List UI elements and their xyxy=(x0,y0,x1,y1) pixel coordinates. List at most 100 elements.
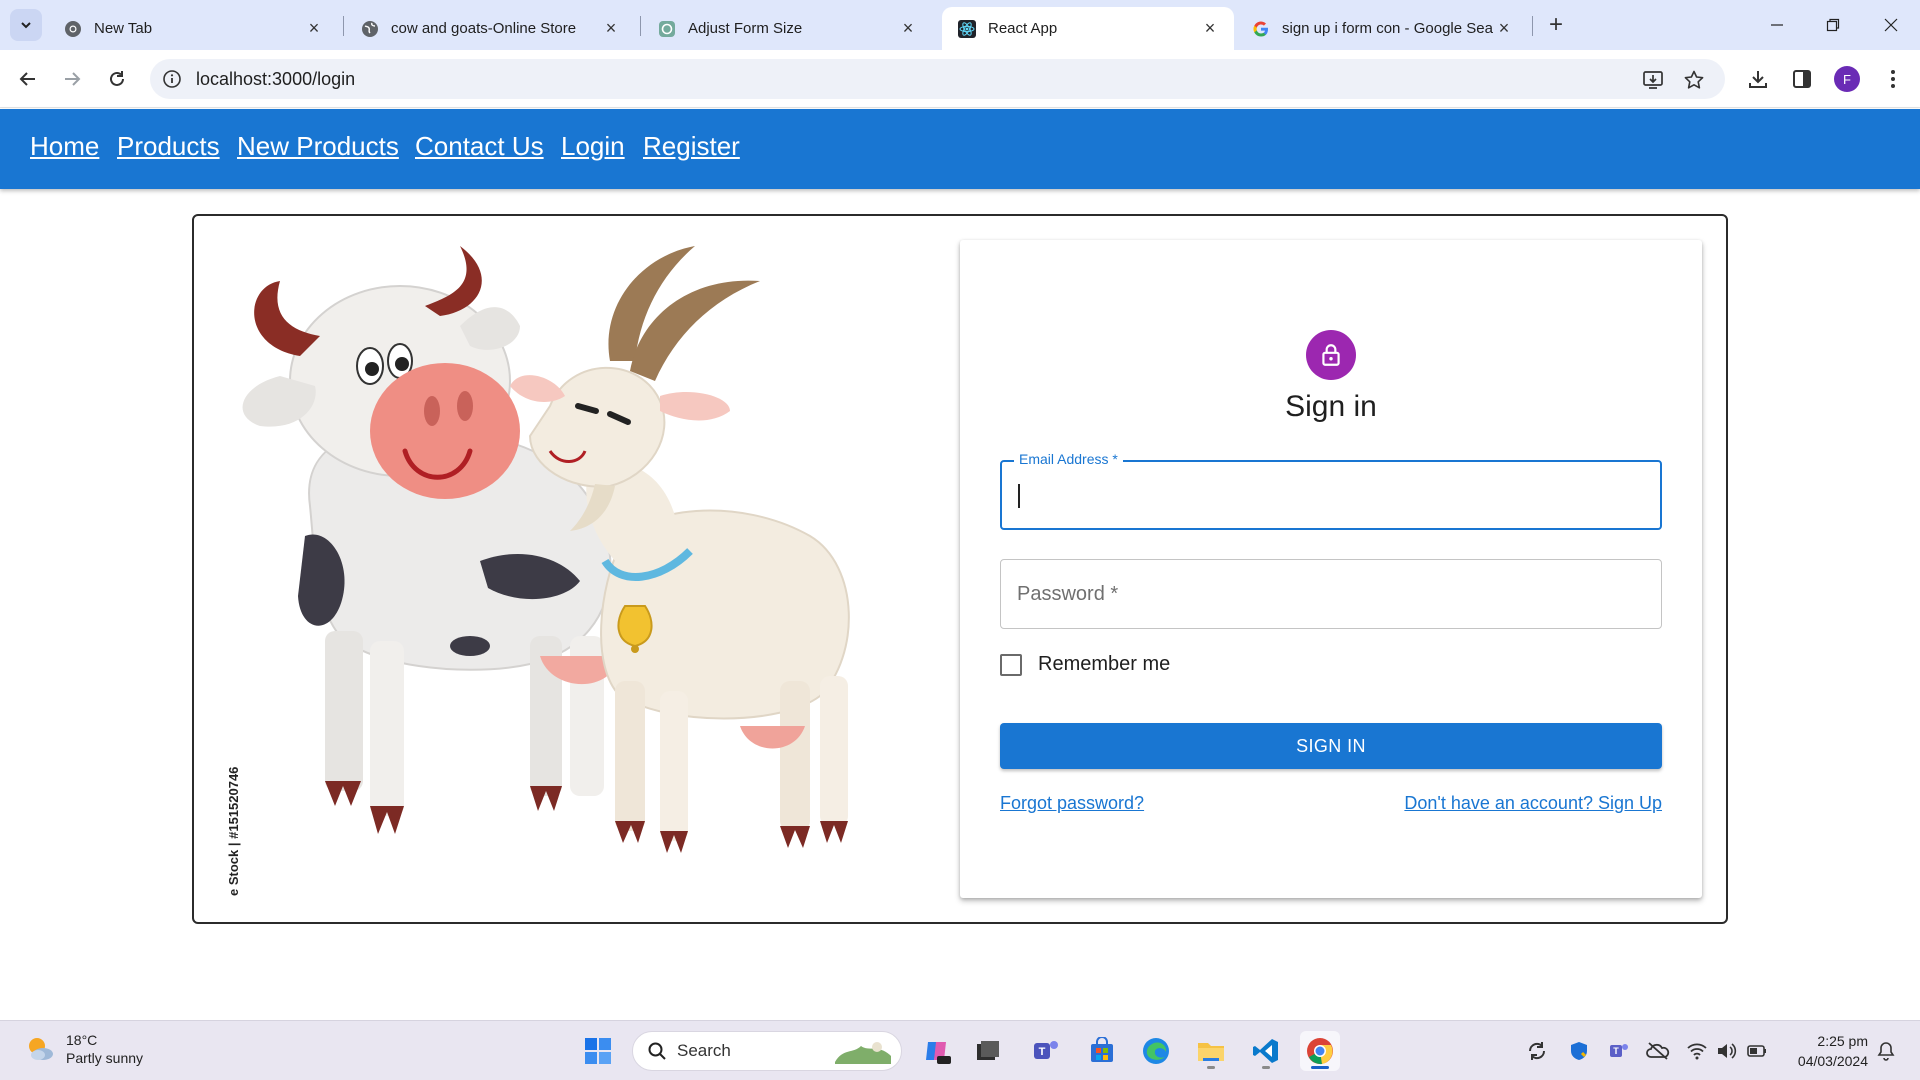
taskbar-app-task-view[interactable] xyxy=(968,1031,1008,1071)
tab-google-search[interactable]: sign up i form con - Google Sea × xyxy=(1236,7,1528,50)
bookmark-star-icon[interactable] xyxy=(1682,68,1706,92)
edge-icon xyxy=(1143,1038,1169,1064)
react-icon xyxy=(958,19,976,38)
active-indicator xyxy=(1311,1066,1329,1069)
reload-icon xyxy=(110,71,124,86)
teams-icon: T xyxy=(1034,1041,1058,1059)
arrow-left-icon xyxy=(19,72,35,86)
password-input[interactable] xyxy=(1001,560,1661,628)
svg-text:T: T xyxy=(1613,1046,1619,1056)
running-indicator xyxy=(1262,1066,1270,1069)
close-tab-icon[interactable]: × xyxy=(898,18,918,39)
back-button[interactable] xyxy=(11,62,45,96)
tab-react-app[interactable]: React App × xyxy=(942,7,1234,50)
folder-icon xyxy=(1198,1043,1224,1061)
lock-icon xyxy=(1322,344,1340,366)
nav-link-login[interactable]: Login xyxy=(561,131,625,162)
forgot-password-link[interactable]: Forgot password? xyxy=(1000,793,1144,814)
close-tab-icon[interactable]: × xyxy=(1200,18,1220,39)
new-tab-button[interactable]: + xyxy=(1541,10,1571,40)
weather-widget[interactable]: 18°C Partly sunny xyxy=(24,1031,143,1067)
taskbar-app-store[interactable] xyxy=(1082,1031,1122,1071)
tab-separator xyxy=(640,16,641,36)
nav-link-products[interactable]: Products xyxy=(117,131,220,162)
site-info-icon[interactable] xyxy=(162,69,182,89)
restore-button[interactable] xyxy=(1808,8,1858,42)
battery-icon[interactable] xyxy=(1745,1039,1769,1063)
task-view-icon xyxy=(977,1041,999,1060)
running-indicator xyxy=(1207,1066,1215,1069)
close-tab-icon[interactable]: × xyxy=(1494,18,1514,39)
taskbar-app-chrome[interactable] xyxy=(1300,1031,1340,1071)
sign-up-link[interactable]: Don't have an account? Sign Up xyxy=(1404,793,1662,814)
forward-button[interactable] xyxy=(55,62,89,96)
remember-me-row[interactable]: Remember me xyxy=(1000,653,1170,676)
defender-shield-icon[interactable] xyxy=(1567,1039,1591,1063)
install-app-icon[interactable] xyxy=(1641,68,1665,92)
tab-title: cow and goats-Online Store xyxy=(391,20,577,37)
notification-bell-icon[interactable] xyxy=(1874,1039,1898,1063)
clock-time: 2:25 pm xyxy=(1817,1033,1868,1049)
text-cursor xyxy=(1018,484,1020,508)
google-icon xyxy=(1252,20,1270,38)
close-window-button[interactable] xyxy=(1866,8,1916,42)
stock-watermark-text: e Stock | #151520746 xyxy=(226,767,241,896)
taskbar-app-teams[interactable]: T xyxy=(1026,1031,1066,1071)
tab-separator xyxy=(343,16,344,36)
weather-condition: Partly sunny xyxy=(66,1050,144,1066)
sign-in-card: Sign in Email Address * Remember me SIGN… xyxy=(960,240,1702,898)
more-menu-icon[interactable] xyxy=(1880,66,1906,92)
browser-toolbar: localhost:3000/login F xyxy=(0,50,1920,108)
taskbar-app-file-explorer[interactable] xyxy=(1191,1031,1231,1071)
password-field[interactable] xyxy=(1000,559,1662,629)
taskbar-search-placeholder: Search xyxy=(677,1041,731,1060)
taskbar-app-vscode[interactable] xyxy=(1246,1031,1286,1071)
tab-new-tab[interactable]: New Tab × xyxy=(48,7,338,50)
nav-link-contact-us[interactable]: Contact Us xyxy=(415,131,544,162)
reload-button[interactable] xyxy=(100,62,134,96)
close-icon xyxy=(1884,18,1898,32)
microsoft-store-icon xyxy=(1091,1037,1113,1062)
nav-link-new-products[interactable]: New Products xyxy=(237,131,399,162)
downloads-icon[interactable] xyxy=(1745,66,1771,92)
wifi-icon[interactable] xyxy=(1685,1039,1709,1063)
nav-link-home[interactable]: Home xyxy=(30,131,99,162)
svg-text:T: T xyxy=(1039,1046,1046,1058)
taskbar-app-edge[interactable] xyxy=(1136,1031,1176,1071)
volume-icon[interactable] xyxy=(1714,1039,1738,1063)
url-text[interactable]: localhost:3000/login xyxy=(196,69,355,90)
tab-separator xyxy=(1532,16,1533,36)
email-input[interactable] xyxy=(1002,462,1660,528)
onedrive-icon[interactable] xyxy=(1646,1039,1670,1063)
close-tab-icon[interactable]: × xyxy=(304,18,324,39)
profile-avatar[interactable]: F xyxy=(1834,66,1860,92)
system-clock[interactable]: 2:25 pm 04/03/2024 xyxy=(1782,1031,1868,1071)
windows-logo-icon xyxy=(585,1038,611,1064)
side-panel-icon[interactable] xyxy=(1789,66,1815,92)
tab-title: sign up i form con - Google Sea xyxy=(1282,20,1493,37)
sync-icon[interactable] xyxy=(1525,1039,1549,1063)
chrome-icon xyxy=(1307,1038,1333,1065)
tab-title: Adjust Form Size xyxy=(688,20,803,37)
email-field[interactable]: Email Address * xyxy=(1000,451,1662,530)
close-tab-icon[interactable]: × xyxy=(601,18,621,39)
tab-cow-and-goats[interactable]: cow and goats-Online Store × xyxy=(345,7,635,50)
taskbar-search[interactable]: Search xyxy=(632,1031,902,1071)
tab-title: React App xyxy=(988,20,1058,37)
address-bar[interactable]: localhost:3000/login xyxy=(150,59,1725,99)
sign-in-title: Sign in xyxy=(1285,390,1377,423)
teams-tray-icon[interactable]: T xyxy=(1607,1039,1631,1063)
tab-adjust-form-size[interactable]: Adjust Form Size × xyxy=(642,7,932,50)
sign-in-button[interactable]: SIGN IN xyxy=(1000,723,1662,769)
minimize-icon xyxy=(1771,24,1783,26)
minimize-button[interactable] xyxy=(1752,8,1802,42)
search-highlight-icon xyxy=(835,1042,891,1064)
vscode-icon xyxy=(1253,1039,1278,1063)
start-button[interactable] xyxy=(578,1031,618,1071)
tab-search-button[interactable] xyxy=(10,9,42,41)
remember-me-checkbox[interactable] xyxy=(1000,653,1022,676)
lock-avatar xyxy=(1306,330,1356,380)
remember-me-label: Remember me xyxy=(1038,653,1171,675)
taskbar-app-copilot[interactable] xyxy=(917,1031,957,1071)
nav-link-register[interactable]: Register xyxy=(643,131,740,162)
